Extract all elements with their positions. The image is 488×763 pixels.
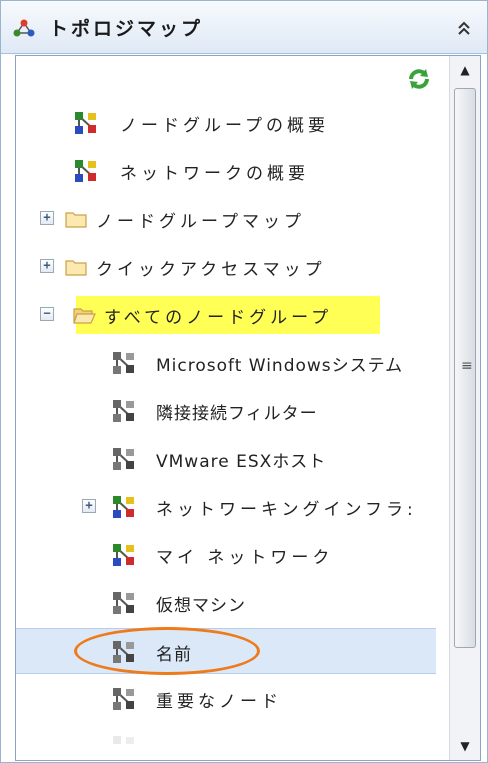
tree-item-label: マイ ネットワーク: [156, 548, 334, 568]
refresh-icon[interactable]: [406, 66, 432, 92]
tree-item-quick-access-maps[interactable]: + クイックアクセスマップ: [16, 244, 436, 290]
tree-item-vmware-esx-hosts[interactable]: VMware ESXホスト: [16, 436, 436, 482]
tree-item-label: 仮想マシン: [156, 596, 246, 616]
color-nodes-icon: [75, 112, 96, 134]
color-nodes-icon: [113, 496, 134, 518]
tree-view: ノードグループの概要 ネットワークの概要 + ノードグループマップ + クイック…: [15, 55, 481, 761]
gray-nodes-icon: [113, 688, 134, 710]
tree-item-nodegroup-maps[interactable]: + ノードグループマップ: [16, 196, 436, 242]
gray-nodes-icon: [113, 448, 134, 470]
tree-item-label: クイックアクセスマップ: [96, 260, 326, 280]
tree-item-label: ネットワークの概要: [120, 164, 309, 184]
expand-button[interactable]: +: [40, 259, 54, 273]
panel-header: トポロジマップ: [1, 1, 487, 54]
gray-nodes-icon: [113, 352, 134, 374]
panel-title: トポロジマップ: [49, 18, 204, 40]
gray-nodes-icon: [113, 592, 134, 614]
tree-item-virtual-machines[interactable]: 仮想マシン: [16, 580, 436, 626]
gray-nodes-icon: [113, 400, 134, 422]
tree-item-my-network[interactable]: マイ ネットワーク: [16, 532, 436, 578]
collapse-button[interactable]: −: [40, 307, 54, 321]
topology-map-panel: トポロジマップ ノードグループの概要 ネットワークの概要 + ノードグループマッ…: [0, 0, 488, 763]
folder-icon: [65, 212, 87, 228]
topology-icon: [13, 19, 35, 37]
tree-item-label: 重要なノード: [156, 692, 282, 712]
scroll-up-button[interactable]: ▲: [450, 56, 480, 84]
vertical-scrollbar[interactable]: ▲ ≡ ▼: [449, 56, 480, 760]
folder-open-icon: [73, 308, 96, 324]
tree-item-nodegroup-overview[interactable]: ノードグループの概要: [16, 100, 436, 146]
tree-item-label: Microsoft Windowsシステム: [156, 356, 404, 376]
scroll-down-button[interactable]: ▼: [450, 732, 480, 760]
scroll-thumb[interactable]: ≡: [454, 88, 476, 648]
collapse-panel-button[interactable]: [453, 17, 475, 39]
grip-icon: ≡: [461, 358, 473, 374]
expand-button[interactable]: +: [40, 211, 54, 225]
tree-item-label: ノードグループマップ: [96, 212, 305, 232]
tree-item-all-nodegroups[interactable]: − すべてのノードグループ: [16, 292, 436, 338]
tree-item-label: ノードグループの概要: [120, 116, 329, 136]
tree-item-label: 名前: [156, 645, 192, 665]
color-nodes-icon: [113, 544, 134, 566]
tree-item-adjacency-filter[interactable]: 隣接接続フィルター: [16, 388, 436, 434]
gray-nodes-icon: [113, 641, 134, 663]
tree-item-label: VMware ESXホスト: [156, 452, 327, 472]
folder-icon: [65, 260, 87, 276]
tree-item-label: すべてのノードグループ: [104, 308, 333, 328]
gray-nodes-icon: [113, 736, 134, 744]
tree-item-label: 隣接接続フィルター: [156, 404, 318, 424]
tree-item-important-nodes[interactable]: 重要なノード: [16, 676, 436, 722]
expand-button[interactable]: +: [82, 499, 96, 513]
tree-item-networking-infrastructure[interactable]: + ネットワーキングインフラ:: [16, 484, 436, 530]
tree-item-name[interactable]: 名前: [16, 627, 436, 675]
tree-item-partial[interactable]: [16, 724, 436, 760]
tree-item-windows-systems[interactable]: Microsoft Windowsシステム: [16, 340, 436, 386]
color-nodes-icon: [75, 160, 96, 182]
double-chevron-up-icon: [458, 21, 470, 35]
tree-item-label: ネットワーキングインフラ:: [156, 500, 417, 520]
tree-item-network-overview[interactable]: ネットワークの概要: [16, 148, 436, 194]
